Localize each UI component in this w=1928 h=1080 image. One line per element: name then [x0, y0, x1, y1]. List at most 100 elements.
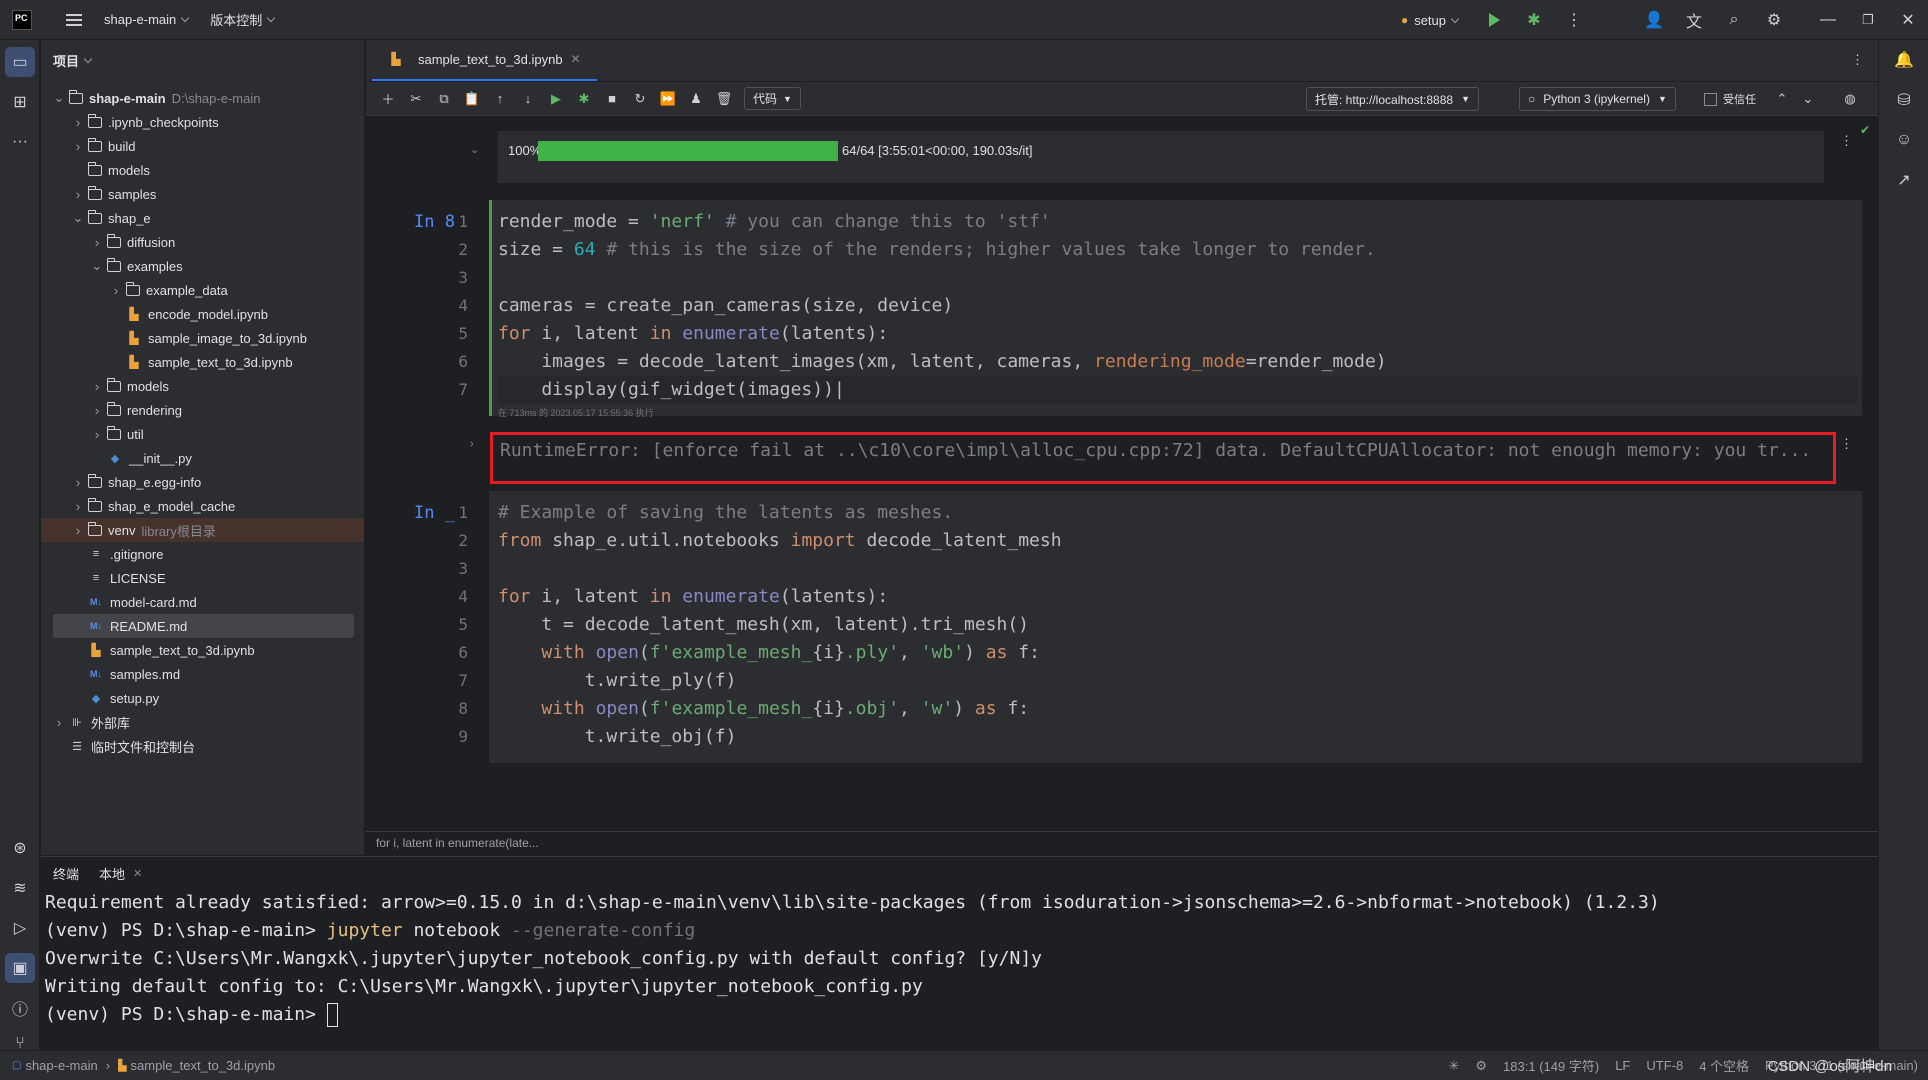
- tree-item[interactable]: › example_data: [41, 278, 364, 302]
- run-cell-icon[interactable]: ▶: [542, 86, 570, 112]
- terminal-output[interactable]: Requirement already satisfied: arrow>=0.…: [41, 889, 1878, 1029]
- tree-item[interactable]: › util: [41, 422, 364, 446]
- tree-item[interactable]: M↓ README.md: [53, 614, 354, 638]
- tree-item[interactable]: ⌄ shap-e-main D:\shap-e-main: [41, 86, 364, 110]
- delete-cell-icon[interactable]: 🗑: [710, 86, 738, 112]
- project-panel-header[interactable]: 项目: [41, 40, 364, 80]
- tab-local[interactable]: 本地 ✕: [99, 864, 142, 883]
- clear-outputs-icon[interactable]: ♟: [682, 86, 710, 112]
- chevron-right-icon[interactable]: ›: [72, 475, 84, 490]
- chevron-right-icon[interactable]: ›: [91, 235, 103, 250]
- python-packages-button[interactable]: ⊛: [0, 828, 40, 868]
- layers-button[interactable]: ≋: [0, 868, 40, 908]
- breadcrumb-project[interactable]: ▢ shap-e-main: [12, 1058, 98, 1073]
- chevron-right-icon[interactable]: ›: [91, 427, 103, 442]
- chevron-down-icon[interactable]: ⌄: [53, 90, 65, 106]
- vcs-menu[interactable]: 版本控制: [210, 10, 276, 29]
- collapse-output-icon[interactable]: ⌄: [470, 143, 479, 156]
- tree-item[interactable]: ▙ sample_text_to_3d.ipynb: [41, 638, 364, 662]
- add-user-icon[interactable]: 👤: [1634, 0, 1674, 40]
- stop-icon[interactable]: ■: [598, 86, 626, 112]
- chevron-right-icon[interactable]: ›: [110, 283, 122, 298]
- tree-item[interactable]: › shap_e.egg-info: [41, 470, 364, 494]
- caret-position[interactable]: 183:1 (149 字符): [1503, 1056, 1599, 1075]
- tree-item[interactable]: › rendering: [41, 398, 364, 422]
- tree-item[interactable]: ⌄ shap_e: [41, 206, 364, 230]
- chevron-right-icon[interactable]: ›: [72, 139, 84, 154]
- breadcrumb-file[interactable]: ▙ sample_text_to_3d.ipynb: [118, 1058, 275, 1073]
- project-switcher[interactable]: shap-e-main: [104, 12, 190, 27]
- debug-cell-icon[interactable]: ✱: [570, 86, 598, 112]
- tree-item[interactable]: ▙ sample_text_to_3d.ipynb: [41, 350, 364, 374]
- copy-cell-icon[interactable]: ⧉: [430, 86, 458, 112]
- tree-item[interactable]: › build: [41, 134, 364, 158]
- cell-type-select[interactable]: 代码 ▼: [744, 87, 801, 110]
- chevron-down-icon[interactable]: ⌄: [91, 258, 103, 274]
- server-select[interactable]: 托管: http://localhost:8888 ▼: [1306, 87, 1479, 111]
- tree-item[interactable]: › venv library根目录: [41, 518, 364, 542]
- chevron-right-icon[interactable]: ›: [72, 499, 84, 514]
- file-encoding[interactable]: UTF-8: [1646, 1058, 1683, 1073]
- restart-kernel-icon[interactable]: ↻: [626, 86, 654, 112]
- chevron-right-icon[interactable]: ›: [72, 523, 84, 538]
- more-tools-button[interactable]: ···: [0, 122, 40, 162]
- copilot-button[interactable]: ☺: [1884, 120, 1924, 160]
- run-icon[interactable]: [1474, 0, 1514, 40]
- database-button[interactable]: ⛁: [1884, 80, 1924, 120]
- plugin-icon[interactable]: ⚙: [1475, 1058, 1487, 1074]
- collapse-output-icon[interactable]: ›: [470, 438, 474, 450]
- sciview-button[interactable]: ↗: [1884, 160, 1924, 200]
- main-menu-icon[interactable]: [66, 13, 82, 26]
- chevron-right-icon[interactable]: ›: [53, 715, 65, 730]
- run-config-selector[interactable]: ● setup: [1401, 13, 1460, 28]
- close-tab-icon[interactable]: ✕: [133, 867, 142, 880]
- tree-item[interactable]: ≡ .gitignore: [41, 542, 364, 566]
- close-icon[interactable]: ✕: [1888, 0, 1928, 40]
- chevron-right-icon[interactable]: ›: [72, 115, 84, 130]
- indent-setting[interactable]: 4 个空格: [1699, 1056, 1749, 1075]
- tree-item[interactable]: › .ipynb_checkpoints: [41, 110, 364, 134]
- tab-sample-text-to-3d[interactable]: ▙ sample_text_to_3d.ipynb ✕: [372, 39, 597, 81]
- next-cell-icon[interactable]: ⌄: [1794, 86, 1822, 112]
- project-tool-button[interactable]: ▭: [0, 42, 40, 82]
- tree-item[interactable]: › samples: [41, 182, 364, 206]
- cell-editor[interactable]: render_mode = 'nerf' # you can change th…: [489, 200, 1862, 418]
- problems-button[interactable]: ⓘ: [0, 988, 40, 1028]
- output-menu-icon[interactable]: ⋮: [1840, 133, 1853, 149]
- services-button[interactable]: ▷: [0, 908, 40, 948]
- tree-item[interactable]: › diffusion: [41, 230, 364, 254]
- add-cell-icon[interactable]: ＋: [374, 86, 402, 112]
- minimize-icon[interactable]: —: [1808, 0, 1848, 40]
- cell-editor[interactable]: # Example of saving the latents as meshe…: [489, 491, 1862, 763]
- line-separator[interactable]: LF: [1615, 1058, 1630, 1073]
- tree-item[interactable]: ⌄ examples: [41, 254, 364, 278]
- code-cell-1[interactable]: In 8 1234567 render_mode = 'nerf' # you …: [366, 200, 1862, 420]
- debug-icon[interactable]: ✱: [1514, 0, 1554, 40]
- code-breadcrumb[interactable]: for i, latent in enumerate(late...: [366, 831, 1878, 855]
- run-all-icon[interactable]: ⏩: [654, 86, 682, 112]
- code-cell-2[interactable]: In _ 123456789 # Example of saving the l…: [366, 491, 1862, 763]
- move-down-icon[interactable]: ↓: [514, 86, 542, 112]
- settings-gear-icon[interactable]: ⚙: [1754, 0, 1794, 40]
- structure-tool-button[interactable]: ⊞: [0, 82, 40, 122]
- chevron-right-icon[interactable]: ›: [91, 379, 103, 394]
- tree-item[interactable]: › ⊪ 外部库: [41, 710, 364, 734]
- tree-item[interactable]: › shap_e_model_cache: [41, 494, 364, 518]
- notifications-button[interactable]: 🔔: [1884, 40, 1924, 80]
- chevron-down-icon[interactable]: ⌄: [72, 210, 84, 226]
- terminal-tool-button[interactable]: ▣: [0, 948, 40, 988]
- tree-item[interactable]: ◆ setup.py: [41, 686, 364, 710]
- tree-item[interactable]: models: [41, 158, 364, 182]
- translate-icon[interactable]: 文: [1674, 0, 1714, 40]
- tab-actions-icon[interactable]: ⋮: [1851, 52, 1864, 68]
- paste-cell-icon[interactable]: 📋: [458, 86, 486, 112]
- trusted-checkbox[interactable]: 受信任: [1704, 91, 1756, 107]
- cut-cell-icon[interactable]: ✂: [402, 86, 430, 112]
- tree-item[interactable]: ≡ LICENSE: [41, 566, 364, 590]
- output-menu-icon[interactable]: ⋮: [1840, 436, 1853, 452]
- tree-item[interactable]: ▙ sample_image_to_3d.ipynb: [41, 326, 364, 350]
- kernel-select[interactable]: ○ Python 3 (ipykernel) ▼: [1519, 87, 1676, 111]
- tree-item[interactable]: M↓ model-card.md: [41, 590, 364, 614]
- prev-cell-icon[interactable]: ⌃: [1768, 86, 1796, 112]
- tree-item[interactable]: › models: [41, 374, 364, 398]
